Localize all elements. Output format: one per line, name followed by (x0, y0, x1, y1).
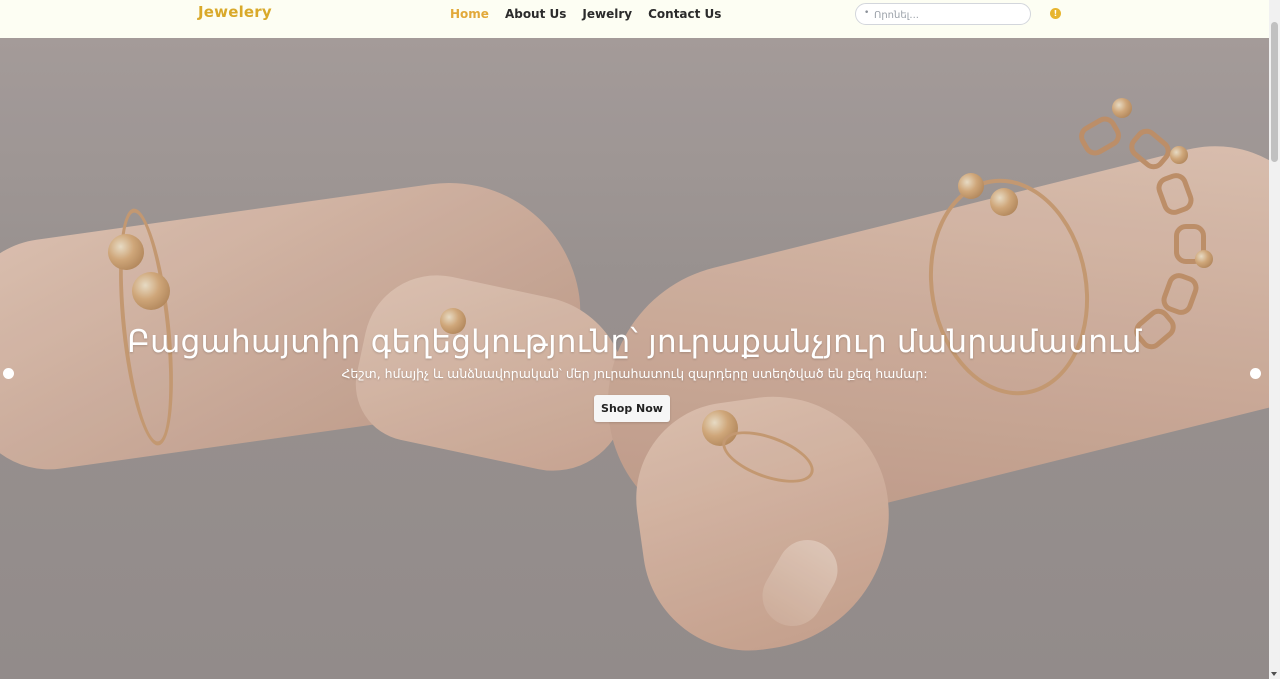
shop-now-button[interactable]: Shop Now (594, 395, 670, 422)
nav-link-home[interactable]: Home (450, 7, 489, 21)
cart-badge-icon[interactable]: ! (1050, 8, 1061, 19)
search-icon: • (864, 8, 870, 18)
search-box: • (855, 3, 1031, 25)
nav-link-contact-us[interactable]: Contact Us (648, 7, 721, 21)
nav-link-about-us[interactable]: About Us (505, 7, 566, 21)
hero-title: Բացահայտիր գեղեցկությունը՝ յուրաքանչյուր… (127, 324, 1142, 360)
scrollbar-thumb[interactable] (1271, 22, 1278, 162)
hero-subtitle: Հեշտ, հմայիչ և անձնավորական՝ մեր յուրահա… (341, 366, 928, 381)
scroll-down-arrow-icon[interactable] (1271, 672, 1277, 676)
hero-banner: Բացահայտիր գեղեցկությունը՝ յուրաքանչյուր… (0, 38, 1269, 679)
nav-links: Home About Us Jewelry Contact Us (450, 7, 737, 21)
carousel-dot-right-icon[interactable] (1250, 368, 1261, 379)
search-input[interactable] (872, 6, 1026, 24)
page-scrollbar[interactable] (1269, 0, 1280, 679)
navbar: Jewelery Home About Us Jewelry Contact U… (0, 0, 1269, 39)
carousel-dot-left-icon[interactable] (3, 368, 14, 379)
brand-logo[interactable]: Jewelery (198, 3, 272, 21)
nav-link-jewelry[interactable]: Jewelry (582, 7, 632, 21)
